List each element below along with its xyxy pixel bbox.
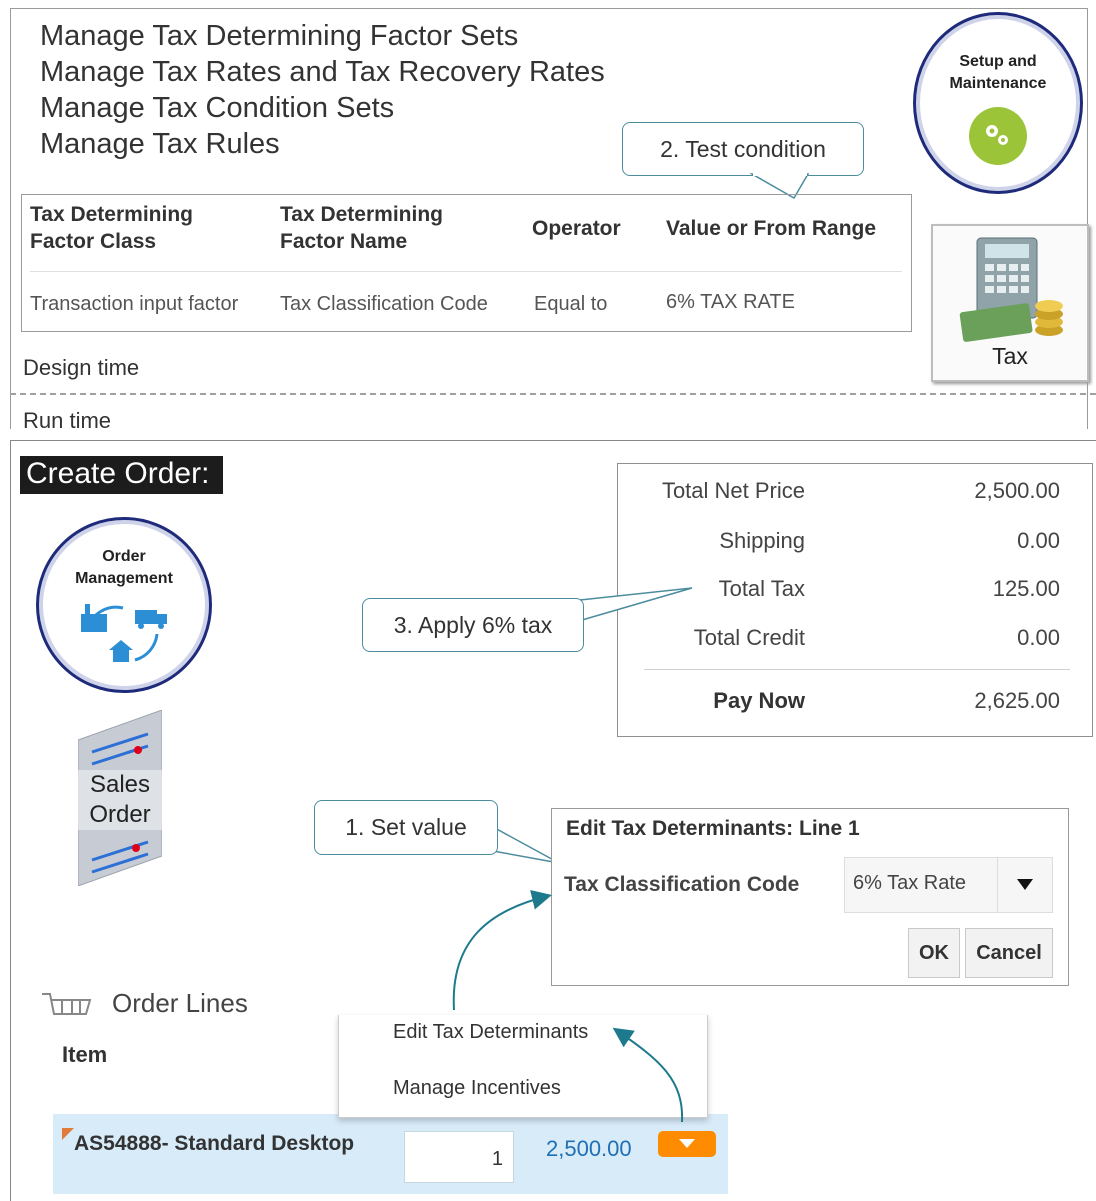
dialog-title: Edit Tax Determinants: Line 1 xyxy=(566,817,860,840)
task-link[interactable]: Manage Tax Condition Sets xyxy=(40,90,394,126)
tax-tile[interactable]: Tax xyxy=(931,224,1089,382)
total-net-price-label: Total Net Price xyxy=(661,478,805,503)
gear-icon xyxy=(969,107,1027,165)
cell-value: 6% TAX RATE xyxy=(666,291,795,313)
tax-classification-select[interactable]: 6% Tax Rate xyxy=(844,857,1053,913)
total-tax-value: 125.00 xyxy=(992,576,1060,601)
row-divider xyxy=(30,271,902,272)
select-value: 6% Tax Rate xyxy=(853,872,967,894)
calculator-money-icon xyxy=(959,237,1063,342)
totals-divider xyxy=(644,669,1070,670)
flow-arrows xyxy=(452,890,684,1123)
cell-factor-class: Transaction input factor xyxy=(30,293,239,315)
shipping-label: Shipping xyxy=(719,528,805,553)
tax-tile-label: Tax xyxy=(992,343,1028,369)
design-time-label: Design time xyxy=(23,355,140,380)
chevron-down-icon xyxy=(679,1139,695,1148)
line-price: 2,500.00 xyxy=(546,1136,632,1161)
header-text: Tax Determining xyxy=(30,203,193,226)
item-column-header: Item xyxy=(62,1042,108,1067)
callout-text: 1. Set value xyxy=(345,814,467,840)
callout-test-condition: 2. Test condition xyxy=(622,122,864,176)
callout-apply-tax: 3. Apply 6% tax xyxy=(362,598,584,652)
cart-icon xyxy=(42,993,92,1015)
sales-order-line1: Sales xyxy=(89,771,151,798)
run-time-label: Run time xyxy=(23,408,112,433)
header-text: Factor Class xyxy=(30,230,157,253)
design-run-divider xyxy=(10,393,1096,395)
page-title: Create Order: xyxy=(20,456,223,494)
setup-maintenance-button[interactable]: Setup and Maintenance xyxy=(913,12,1083,194)
task-link[interactable]: Manage Tax Determining Factor Sets xyxy=(40,18,518,54)
pay-now-value: 2,625.00 xyxy=(974,688,1060,713)
total-net-price-value: 2,500.00 xyxy=(974,478,1060,503)
header-text: Tax Determining xyxy=(280,203,443,226)
task-link[interactable]: Manage Tax Rules xyxy=(40,126,280,162)
pay-now-label: Pay Now xyxy=(713,688,805,713)
col-header-operator: Operator xyxy=(532,217,621,240)
sales-order-line2: Order xyxy=(89,801,151,828)
total-credit-value: 0.00 xyxy=(1017,625,1060,650)
col-header-value: Value or From Range xyxy=(666,217,877,240)
supply-chain-icon xyxy=(81,604,167,662)
chevron-down-icon[interactable] xyxy=(997,858,1052,912)
col-header-factor-class: Tax Determining Factor Class xyxy=(30,201,193,255)
setup-label-line2: Maintenance xyxy=(949,75,1047,92)
order-mgmt-line2: Management xyxy=(75,570,173,587)
sales-order-tile[interactable]: Sales Order xyxy=(78,710,162,886)
order-lines-title: Order Lines xyxy=(112,988,248,1018)
line-item-name[interactable]: AS54888- Standard Desktop xyxy=(74,1132,354,1156)
order-management-button[interactable]: Order Management xyxy=(36,517,212,693)
tax-factor-table: Tax Determining Factor Class Tax Determi… xyxy=(21,194,912,332)
row-flag-icon xyxy=(62,1128,74,1140)
shipping-value: 0.00 xyxy=(1017,528,1060,553)
callout-text: 3. Apply 6% tax xyxy=(393,611,553,638)
setup-label-line1: Setup and xyxy=(959,53,1037,70)
cell-factor-name: Tax Classification Code xyxy=(280,293,488,315)
ok-button[interactable]: OK xyxy=(908,928,960,978)
header-text: Factor Name xyxy=(280,230,408,253)
quantity-value: 1 xyxy=(491,1148,503,1170)
col-header-factor-name: Tax Determining Factor Name xyxy=(280,201,443,255)
callout-set-value: 1. Set value xyxy=(314,800,498,855)
task-link[interactable]: Manage Tax Rates and Tax Recovery Rates xyxy=(40,54,605,90)
quantity-field[interactable]: 1 xyxy=(404,1131,514,1183)
callout-text: 2. Test condition xyxy=(660,135,826,162)
row-actions-dropdown-button[interactable] xyxy=(658,1131,716,1157)
order-mgmt-line1: Order xyxy=(102,548,146,565)
cancel-button[interactable]: Cancel xyxy=(965,928,1053,978)
create-order-title: Create Order: xyxy=(26,457,210,490)
cell-operator: Equal to xyxy=(534,293,608,315)
